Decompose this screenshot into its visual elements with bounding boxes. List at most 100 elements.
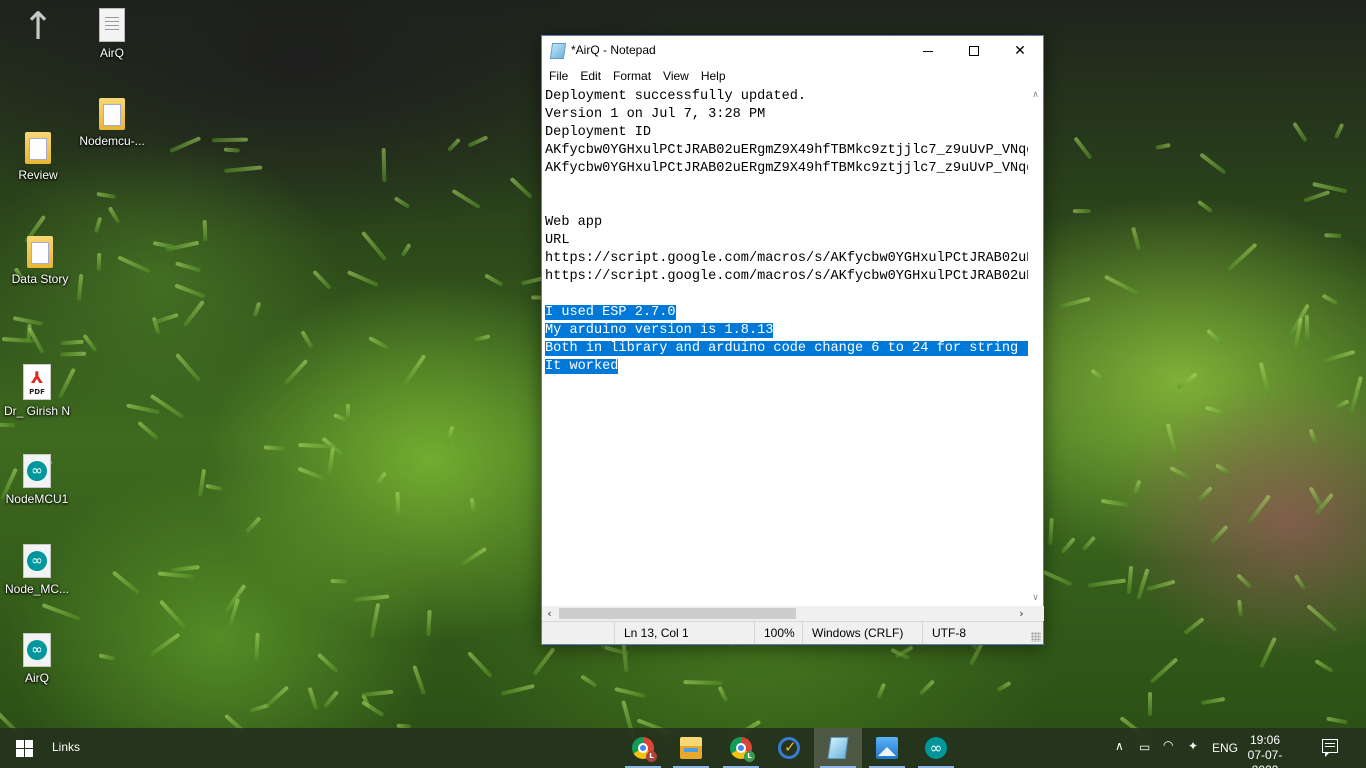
wallpaper-leaf bbox=[1197, 199, 1214, 213]
horizontal-scroll-thumb[interactable] bbox=[559, 608, 796, 619]
desktop-icon-airq-text[interactable]: AirQ bbox=[73, 8, 151, 60]
status-bar: Ln 13, Col 1 100% Windows (CRLF) UTF-8 bbox=[542, 621, 1043, 644]
wallpaper-leaf bbox=[1304, 314, 1309, 341]
profile-badge: L bbox=[646, 751, 657, 762]
menu-file[interactable]: File bbox=[543, 66, 574, 88]
wallpaper-leaf bbox=[1237, 600, 1243, 617]
antivirus-icon[interactable]: ✦ bbox=[1188, 739, 1198, 753]
maximize-button[interactable] bbox=[951, 36, 997, 66]
wallpaper-leaf bbox=[1198, 152, 1227, 176]
text-line-content: https://script.google.com/macros/s/AKfyc… bbox=[545, 251, 1029, 266]
wallpaper-leaf bbox=[307, 686, 318, 711]
wallpaper-leaf bbox=[41, 603, 81, 622]
horizontal-scrollbar[interactable]: ‹ › bbox=[542, 606, 1029, 621]
folder-icon bbox=[25, 132, 51, 164]
taskbar-photos[interactable] bbox=[863, 728, 911, 768]
menu-help[interactable]: Help bbox=[695, 66, 732, 88]
menu-format[interactable]: Format bbox=[607, 66, 657, 88]
vertical-scrollbar[interactable]: ∧ ∨ bbox=[1028, 88, 1043, 606]
pdf-icon: PDF bbox=[23, 364, 51, 400]
wallpaper-leaf bbox=[168, 135, 201, 153]
wallpaper-leaf bbox=[445, 425, 455, 443]
taskbar-notepad[interactable] bbox=[814, 728, 862, 768]
taskbar-file-explorer[interactable] bbox=[667, 728, 715, 768]
wallpaper-leaf bbox=[412, 664, 426, 695]
text-line-content: I used ESP 2.7.0 bbox=[545, 305, 676, 320]
taskbar-todo[interactable] bbox=[765, 728, 813, 768]
desktop-icon-nodemcu1[interactable]: NodeMCU1 bbox=[0, 454, 76, 506]
close-button[interactable]: ✕ bbox=[997, 36, 1043, 66]
wallpaper-leaf bbox=[362, 689, 394, 697]
taskbar-chrome-profile-1[interactable]: L bbox=[619, 728, 667, 768]
desktop-icon-pdf[interactable]: PDF Dr_ Girish N bbox=[0, 364, 76, 418]
wallpaper-leaf bbox=[368, 335, 390, 350]
taskbar: Links L L ∞ ∧ ▭ ◠ ✦ ENG 19:06 07-07-2022 bbox=[0, 728, 1366, 768]
wallpaper-leaf bbox=[996, 680, 1012, 692]
wallpaper-leaf bbox=[330, 578, 348, 584]
desktop-icon-data-story[interactable]: Data Story bbox=[1, 236, 79, 286]
desktop-up-icon[interactable]: ↑ bbox=[0, 7, 76, 50]
show-hidden-icons-chevron-icon[interactable]: ∧ bbox=[1115, 739, 1124, 753]
wallpaper-leaf bbox=[158, 599, 187, 630]
wallpaper-leaf bbox=[369, 603, 381, 639]
wallpaper-leaf bbox=[212, 137, 249, 143]
wallpaper-leaf bbox=[1349, 376, 1364, 415]
wallpaper-leaf bbox=[361, 700, 386, 718]
text-line-content: AKfycbw0YGHxulPCtJRAB02uERgmZ9X49hfTBMkc… bbox=[545, 161, 1029, 176]
desktop-icon-review[interactable]: Review bbox=[0, 132, 77, 182]
wallpaper-leaf bbox=[297, 466, 327, 482]
wallpaper-leaf bbox=[174, 261, 201, 273]
taskbar-chrome-profile-2[interactable]: L bbox=[717, 728, 765, 768]
scroll-up-icon[interactable]: ∧ bbox=[1028, 88, 1043, 103]
profile-badge: L bbox=[744, 751, 755, 762]
wallpaper-leaf bbox=[393, 196, 411, 209]
scroll-right-icon[interactable]: › bbox=[1014, 606, 1029, 621]
wallpaper-leaf bbox=[381, 147, 387, 182]
minimize-button[interactable] bbox=[905, 36, 951, 66]
wallpaper-leaf bbox=[1334, 399, 1350, 410]
notepad-window[interactable]: *AirQ - Notepad ✕ File Edit Format View … bbox=[541, 35, 1044, 645]
resize-grip-icon[interactable] bbox=[1031, 632, 1041, 642]
wallpaper-leaf bbox=[81, 334, 98, 353]
wallpaper-leaf bbox=[254, 633, 260, 662]
desktop-icon-label: Node_MC... bbox=[4, 582, 70, 596]
menu-edit[interactable]: Edit bbox=[574, 66, 607, 88]
todo-check-icon bbox=[778, 737, 800, 759]
wallpaper-leaf bbox=[1308, 428, 1318, 444]
wallpaper-leaf bbox=[1169, 465, 1191, 480]
clock[interactable]: 19:06 07-07-2022 bbox=[1236, 733, 1294, 768]
clock-date: 07-07-2022 bbox=[1247, 748, 1283, 768]
title-bar[interactable]: *AirQ - Notepad ✕ bbox=[542, 36, 1043, 66]
scroll-left-icon[interactable]: ‹ bbox=[542, 606, 557, 621]
wallpaper-leaf bbox=[153, 313, 179, 325]
language-indicator[interactable]: ENG bbox=[1212, 741, 1238, 755]
wallpaper-leaf bbox=[1206, 328, 1225, 346]
wifi-icon[interactable]: ◠ bbox=[1163, 738, 1173, 752]
wallpaper-leaf bbox=[1305, 604, 1338, 633]
menu-view[interactable]: View bbox=[657, 66, 695, 88]
battery-icon[interactable]: ▭ bbox=[1139, 740, 1150, 754]
text-editor[interactable]: Deployment successfully updated. Version … bbox=[542, 88, 1029, 606]
notification-center-icon[interactable] bbox=[1322, 739, 1338, 757]
wallpaper-leaf bbox=[1312, 181, 1349, 194]
desktop-icon-nodemcu-folder[interactable]: Nodemcu-... bbox=[73, 98, 151, 148]
wallpaper-leaf bbox=[470, 498, 477, 515]
wallpaper-leaf bbox=[395, 491, 401, 520]
wallpaper-leaf bbox=[244, 515, 262, 534]
links-toolbar[interactable]: Links bbox=[52, 740, 80, 754]
wallpaper-leaf bbox=[1326, 716, 1348, 725]
wallpaper-leaf bbox=[1090, 368, 1107, 382]
start-button[interactable] bbox=[16, 740, 33, 757]
wallpaper-leaf bbox=[918, 679, 935, 695]
wallpaper-leaf bbox=[59, 352, 86, 357]
scroll-down-icon[interactable]: ∨ bbox=[1028, 591, 1043, 606]
taskbar-arduino[interactable]: ∞ bbox=[912, 728, 960, 768]
text-line: I used ESP 2.7.0 bbox=[545, 304, 1029, 322]
arduino-file-icon bbox=[23, 633, 51, 667]
wallpaper-leaf bbox=[1334, 122, 1345, 140]
desktop-icon-node-mc[interactable]: Node_MC... bbox=[0, 544, 76, 596]
wallpaper-leaf bbox=[202, 220, 208, 242]
wallpaper-leaf bbox=[1236, 573, 1252, 589]
maximize-icon bbox=[969, 46, 979, 56]
desktop-icon-airq-arduino[interactable]: AirQ bbox=[0, 633, 76, 685]
